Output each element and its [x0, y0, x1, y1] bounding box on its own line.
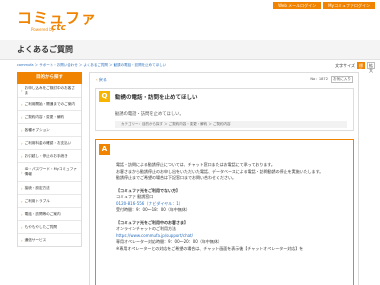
back-label: 戻る: [98, 77, 107, 82]
header-buttons: Web メールログイン Myコミュファログイン: [273, 2, 375, 9]
answer-badge: A: [99, 144, 110, 155]
sidebar-item[interactable]: › 接続・設定方法: [18, 181, 81, 194]
back-link[interactable]: ‹ 戻る: [96, 77, 107, 83]
faq-number: No：1872: [310, 77, 328, 81]
question-detail: 勧誘の電話・訪問を止めてほしい。: [115, 112, 184, 117]
sidebar-item-label: 電話・訪問等のご案内: [24, 211, 61, 216]
question-categories[interactable]: カテゴリー：目的から探す ＞ ご契約内容・変更・解約 ＞ ご契約内容: [115, 121, 347, 128]
webmail-login-button[interactable]: Web メールログイン: [273, 2, 322, 9]
chevron-right-icon: ›: [21, 114, 23, 120]
chevron-right-icon: ›: [21, 127, 23, 133]
question-title: 勧誘の電話・訪問を止めてほしい: [115, 95, 198, 101]
sidebar-item[interactable]: › 通信サービス: [18, 233, 81, 246]
site-header: コミュファ Powered by ctc Web メールログイン Myコミュファ…: [0, 0, 380, 40]
font-size-normal-button[interactable]: 標準: [357, 62, 365, 73]
answer-box: A 電話・訪問による勧誘停止については、チャット窓口またはお電話にて承っておりま…: [95, 139, 354, 285]
answer-line: 勧誘停止までご希望の場合は下記窓口までお問い合わせください。: [116, 175, 236, 180]
note-text: ※専用オペレーターとの対応をご希望の場合は、チャット画面を表示後【チャットオペレ…: [116, 245, 304, 251]
sidebar-item[interactable]: › ID・パスワード・Myコミュファ情報: [18, 162, 81, 181]
chevron-right-icon: ›: [21, 224, 23, 230]
sidebar-item-label: ご利用料金の確認・お支払い: [24, 140, 72, 145]
question-box: Q 勧誘の電話・訪問を止めてほしい 勧誘の電話・訪問を止めてほしい。 カテゴリー…: [95, 88, 354, 131]
sidebar-item-label: ご契約内容・変更・解約: [24, 114, 65, 119]
chevron-right-icon: ›: [21, 140, 23, 146]
sidebar-item-label: お申し込みをご検討中のお客さま: [24, 85, 75, 95]
chevron-right-icon: ›: [21, 88, 23, 93]
sidebar-item[interactable]: › もやもやしたご質問: [18, 220, 81, 233]
page-title: よくあるご質問: [17, 45, 73, 54]
sidebar-item-label: 接続・設定方法: [24, 185, 50, 190]
chevron-right-icon: ›: [21, 169, 23, 175]
mycommufa-login-button[interactable]: Myコミュファログイン: [323, 2, 375, 9]
title-band: よくあるご質問: [0, 40, 380, 60]
commufa-logo[interactable]: コミュファ Powered by ctc: [17, 10, 97, 33]
sidebar-item[interactable]: › ご利用トラブル: [18, 194, 81, 207]
sidebar-list: › お申し込みをご検討中のお客さま › ご利用開始・開通までのご案内 › ご契約内容・…: [17, 84, 82, 247]
sidebar-item[interactable]: › ご利用料金の確認・お支払い: [18, 136, 81, 149]
logo-brand: ctc: [51, 23, 66, 33]
sidebar-item-label: もやもやしたご質問: [24, 224, 57, 229]
sidebar-heading: 目的から探す: [17, 72, 82, 84]
bookmark-button[interactable]: お気に入り: [331, 76, 353, 83]
chevron-right-icon: ›: [21, 185, 23, 191]
sidebar-item-label: 通信サービス: [24, 237, 47, 242]
answer-text: 電話・訪問による勧誘停止については、チャット窓口またはお電話にて承っております。…: [116, 162, 350, 252]
sidebar-item[interactable]: › ご利用開始・開通までのご案内: [18, 97, 81, 110]
sidebar-item[interactable]: › お申し込みをご検討中のお客さま: [18, 84, 81, 97]
faq-main: ‹ 戻る No：1872 お気に入り Q 勧誘の電話・訪問を止めてほしい 勧誘の…: [89, 72, 359, 285]
hours-text: 受付時間：9：00～18：00（年中無休）: [116, 207, 190, 212]
sidebar-item-label: ご利用開始・開通までのご案内: [24, 101, 75, 106]
sidebar-item[interactable]: › 電話・訪問等のご案内: [18, 207, 81, 220]
font-size-switcher: 文字サイズ 標準 拡大: [335, 62, 375, 73]
font-size-large-button[interactable]: 拡大: [367, 62, 375, 73]
sidebar: 目的から探す › お申し込みをご検討中のお客さま › ご利用開始・開通までのご案内 …: [17, 72, 82, 247]
sidebar-item-label: 各種オプション: [24, 127, 50, 132]
chevron-right-icon: ›: [21, 101, 23, 107]
chevron-right-icon: ›: [21, 153, 23, 159]
chevron-right-icon: ›: [21, 211, 23, 217]
font-size-label: 文字サイズ: [335, 62, 355, 68]
breadcrumb[interactable]: commufa ＞ サポート・お問い合わせ ＞ よくあるご質問 ＞ 勧誘の電話・…: [17, 63, 166, 68]
sidebar-item[interactable]: › 各種オプション: [18, 123, 81, 136]
sidebar-item-label: お引越し・停止のお手続き: [24, 153, 68, 158]
sidebar-item[interactable]: › お引越し・停止のお手続き: [18, 149, 81, 162]
question-badge: Q: [99, 91, 110, 102]
sidebar-item-label: ご利用トラブル: [24, 198, 50, 203]
sidebar-item-label: ID・パスワード・Myコミュファ情報: [24, 167, 77, 176]
sidebar-item[interactable]: › ご契約内容・変更・解約: [18, 110, 81, 123]
chevron-right-icon: ›: [21, 237, 23, 243]
chevron-right-icon: ›: [21, 198, 23, 204]
